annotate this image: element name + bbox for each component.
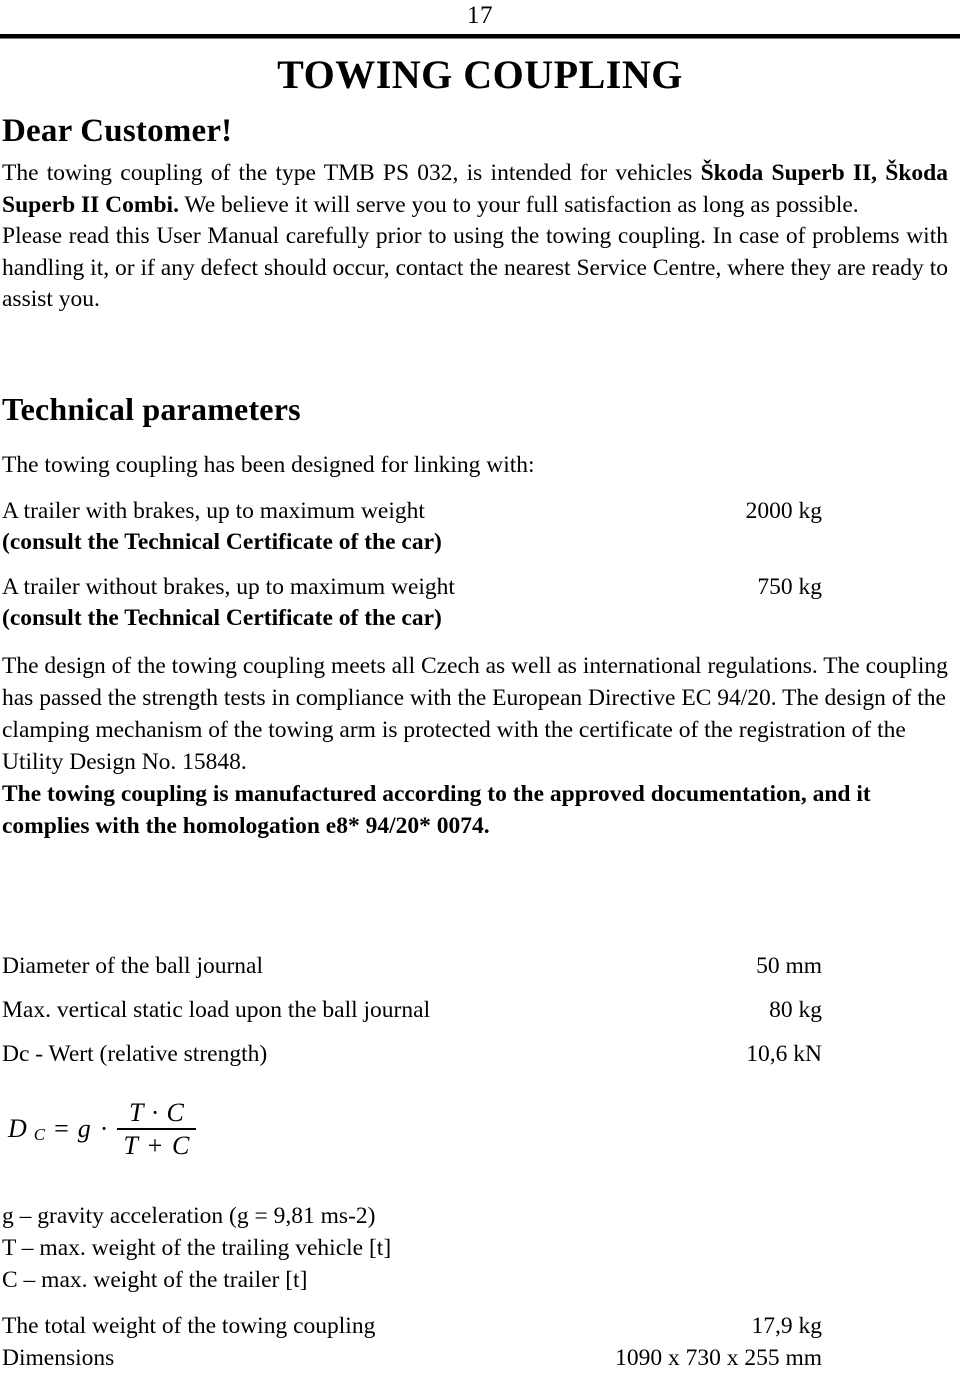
totals-spec-table: The total weight of the towing coupling …	[2, 1310, 822, 1374]
formula-gravity-variable: g	[77, 1114, 91, 1144]
spec-label: Dimensions	[2, 1345, 115, 1371]
spec-row: Dimensions 1090 x 730 x 255 mm	[2, 1342, 822, 1374]
legend-item: g – gravity acceleration (g = 9,81 ms-2)	[2, 1203, 376, 1229]
spec-row: Dc - Wert (relative strength) 10,6 kN	[2, 1032, 822, 1076]
designed-for-text: The towing coupling has been designed fo…	[2, 452, 535, 478]
intro-line-1c: We believe it will serve you to your ful…	[178, 191, 859, 218]
spec-value: 1090 x 730 x 255 mm	[615, 1345, 822, 1371]
spec-label: Max. vertical static load upon the ball …	[2, 997, 431, 1023]
section-title-technical-parameters: Technical parameters	[2, 391, 301, 427]
document-page: 17 TOWING COUPLING Dear Customer! The to…	[0, 0, 960, 1371]
spec-label: A trailer with brakes, up to maximum wei…	[2, 498, 425, 524]
spec-value: 10,6 kN	[746, 1041, 822, 1067]
spec-value: 80 kg	[769, 997, 822, 1023]
spec-value: 750 kg	[757, 574, 822, 600]
spec-row: A trailer with brakes, up to maximum wei…	[2, 496, 822, 527]
spec-row: A trailer without brakes, up to maximum …	[2, 572, 822, 603]
page-number: 17	[467, 2, 493, 29]
homologation-paragraph: The towing coupling is manufactured acco…	[2, 781, 871, 839]
spec-value: 50 mm	[756, 953, 822, 979]
formula-denominator: T + C	[123, 1131, 191, 1161]
spec-row: Diameter of the ball journal 50 mm	[2, 944, 822, 988]
regulations-paragraph: The design of the towing coupling meets …	[2, 653, 948, 775]
formula-fraction: T · C T + C	[117, 1098, 197, 1161]
spec-label: Dc - Wert (relative strength)	[2, 1041, 268, 1067]
intro-paragraph-1: The towing coupling of the type TMB PS 0…	[2, 158, 948, 221]
formula-multiply-dot: ·	[99, 1114, 109, 1144]
formula-legend: g – gravity acceleration (g = 9,81 ms-2)…	[2, 1200, 391, 1296]
regulations-text: The design of the towing coupling meets …	[2, 650, 948, 842]
page-title: TOWING COUPLING	[277, 52, 683, 97]
formula-lhs-variable: D	[8, 1114, 27, 1144]
legend-item: C – max. weight of the trailer [t]	[2, 1267, 308, 1293]
spec-row: Max. vertical static load upon the ball …	[2, 988, 822, 1032]
spec-row: The total weight of the towing coupling …	[2, 1310, 822, 1342]
intro-text: The towing coupling of the type TMB PS 0…	[2, 158, 948, 316]
intro-line-1a: The towing coupling of the type TMB PS 0…	[2, 160, 701, 186]
trailer-spec-table: A trailer with brakes, up to maximum wei…	[2, 496, 822, 634]
spec-subnote: (consult the Technical Certificate of th…	[2, 605, 442, 631]
formula-equals-sign: =	[54, 1114, 69, 1144]
spec-value: 17,9 kg	[751, 1313, 823, 1339]
legend-item: T – max. weight of the trailing vehicle …	[2, 1235, 392, 1261]
spec-value: 2000 kg	[745, 498, 822, 524]
formula-numerator: T · C	[128, 1098, 185, 1127]
salutation-heading: Dear Customer!	[2, 113, 233, 149]
spec-label: Diameter of the ball journal	[2, 953, 264, 979]
intro-paragraph-2: Please read this User Manual carefully p…	[2, 223, 948, 312]
spec-label: A trailer without brakes, up to maximum …	[2, 574, 455, 600]
formula-lhs-subscript: C	[33, 1125, 46, 1145]
spec-label: The total weight of the towing coupling	[2, 1313, 376, 1339]
ball-journal-spec-table: Diameter of the ball journal 50 mm Max. …	[2, 944, 822, 1076]
header-divider	[0, 34, 960, 39]
dc-formula: DC = g · T · C T + C	[8, 1098, 197, 1161]
spec-subnote: (consult the Technical Certificate of th…	[2, 529, 442, 555]
